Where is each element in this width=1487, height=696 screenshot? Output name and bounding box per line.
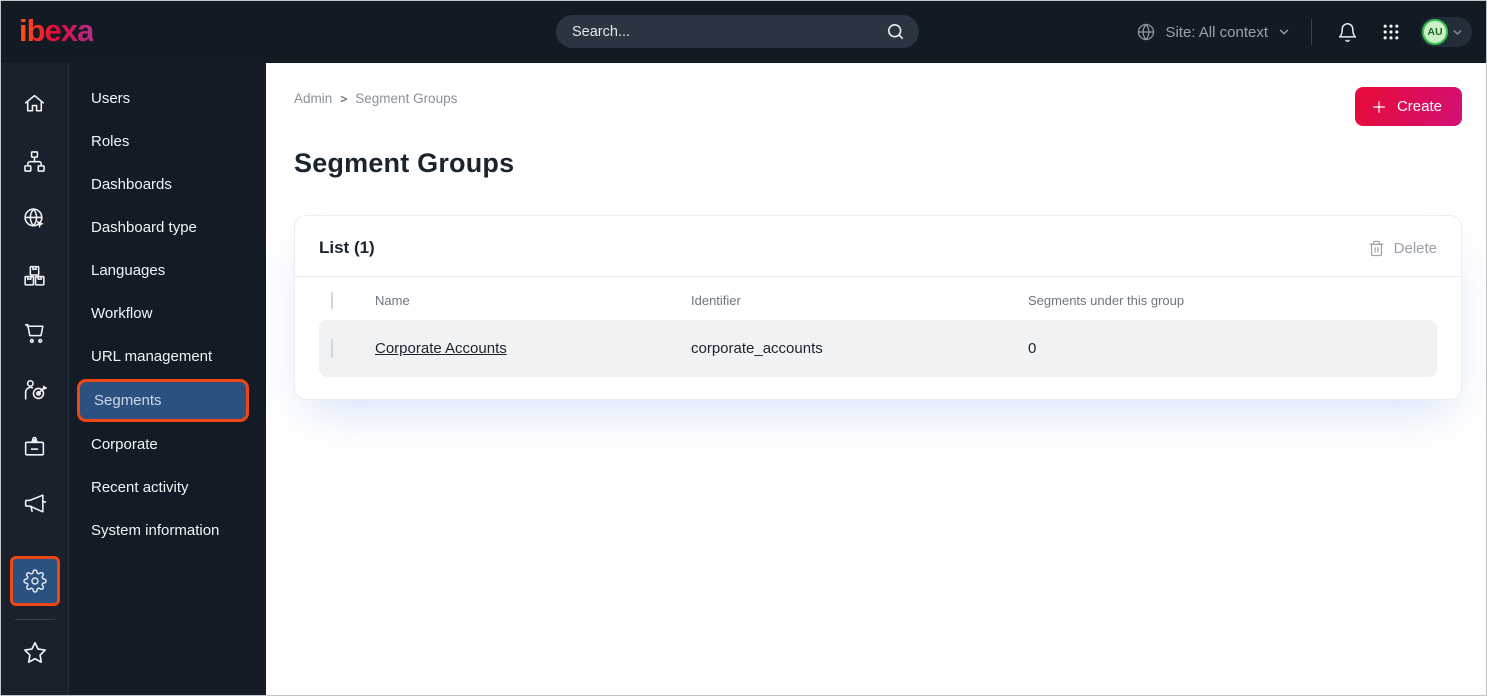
segment-group-name-link[interactable]: Corporate Accounts — [375, 340, 507, 357]
segment-group-identifier: corporate_accounts — [691, 340, 823, 357]
delete-button-label: Delete — [1393, 239, 1437, 257]
sidebar-item-url-management[interactable]: URL management — [69, 335, 266, 378]
breadcrumb-admin[interactable]: Admin — [294, 91, 332, 106]
nav-site-structure-icon[interactable] — [10, 136, 60, 186]
sidebar-item-roles[interactable]: Roles — [69, 120, 266, 163]
sidebar-item-dashboards[interactable]: Dashboards — [69, 163, 266, 206]
sidebar-item-segments[interactable]: Segments — [77, 379, 249, 422]
main-content: Admin > Segment Groups Create Segment Gr… — [266, 63, 1486, 695]
column-header-identifier: Identifier — [691, 293, 741, 308]
site-context-chevron-icon — [1277, 25, 1291, 39]
column-header-segments: Segments under this group — [1028, 293, 1185, 308]
nav-commerce-icon[interactable] — [10, 307, 60, 357]
app-grid-icon[interactable] — [1376, 17, 1406, 47]
nav-products-icon[interactable] — [10, 250, 60, 300]
sidebar-item-users[interactable]: Users — [69, 77, 266, 120]
delete-button[interactable]: Delete — [1368, 240, 1437, 257]
segment-groups-list-card: List (1) Delete Name Identifier Segments… — [294, 215, 1462, 400]
ibexa-logo[interactable]: ibexa — [19, 15, 94, 50]
nav-admin-settings-icon[interactable] — [9, 556, 60, 606]
nav-personalization-icon[interactable] — [10, 364, 60, 414]
nav-corporate-icon[interactable] — [10, 421, 60, 471]
search-input[interactable] — [572, 23, 886, 40]
breadcrumb-separator: > — [340, 91, 348, 106]
nav-site-icon[interactable] — [10, 193, 60, 243]
top-bar: ibexa Site: All context — [1, 1, 1486, 63]
nav-home-icon[interactable] — [10, 79, 60, 129]
main-nav-rail — [1, 63, 68, 695]
site-context-globe-icon — [1136, 22, 1156, 42]
nav-bookmarks-star-icon[interactable] — [10, 628, 60, 678]
create-button-label: Create — [1396, 98, 1442, 115]
user-menu-chevron-icon — [1451, 26, 1464, 39]
app-window: ibexa Site: All context — [0, 0, 1487, 696]
segment-group-count: 0 — [1028, 340, 1037, 357]
breadcrumb: Admin > Segment Groups — [294, 87, 457, 106]
site-context-label: Site: All context — [1165, 23, 1268, 41]
page-title: Segment Groups — [294, 148, 515, 178]
sidebar-item-dashboard-type[interactable]: Dashboard type — [69, 206, 266, 249]
global-search[interactable] — [556, 15, 919, 48]
sidebar-item-recent-activity[interactable]: Recent activity — [69, 466, 266, 509]
table-row: Corporate Accounts corporate_accounts 0 — [319, 320, 1437, 377]
topbar-divider — [1311, 19, 1312, 45]
breadcrumb-current: Segment Groups — [355, 91, 458, 106]
avatar[interactable]: AU — [1422, 19, 1448, 45]
nav-campaign-icon[interactable] — [10, 478, 60, 528]
column-header-name: Name — [375, 293, 410, 308]
search-icon[interactable] — [886, 22, 905, 41]
site-context-selector[interactable]: Site: All context — [1136, 22, 1291, 42]
rail-divider — [14, 619, 55, 620]
user-menu[interactable]: AU — [1420, 17, 1472, 47]
table-header: Name Identifier Segments under this grou… — [319, 277, 1437, 320]
plus-icon — [1371, 99, 1387, 115]
list-title: List (1) — [319, 238, 375, 257]
select-all-checkbox[interactable] — [331, 292, 333, 309]
notifications-bell-icon[interactable] — [1332, 17, 1362, 47]
trash-icon — [1368, 240, 1385, 257]
create-button[interactable]: Create — [1354, 87, 1462, 126]
sidebar-item-workflow[interactable]: Workflow — [69, 292, 266, 335]
admin-sidebar-menu: Users Roles Dashboards Dashboard type La… — [68, 63, 266, 695]
sidebar-item-system-information[interactable]: System information — [69, 509, 266, 552]
sidebar-item-languages[interactable]: Languages — [69, 249, 266, 292]
row-checkbox[interactable] — [331, 339, 333, 358]
sidebar-item-corporate[interactable]: Corporate — [69, 423, 266, 466]
